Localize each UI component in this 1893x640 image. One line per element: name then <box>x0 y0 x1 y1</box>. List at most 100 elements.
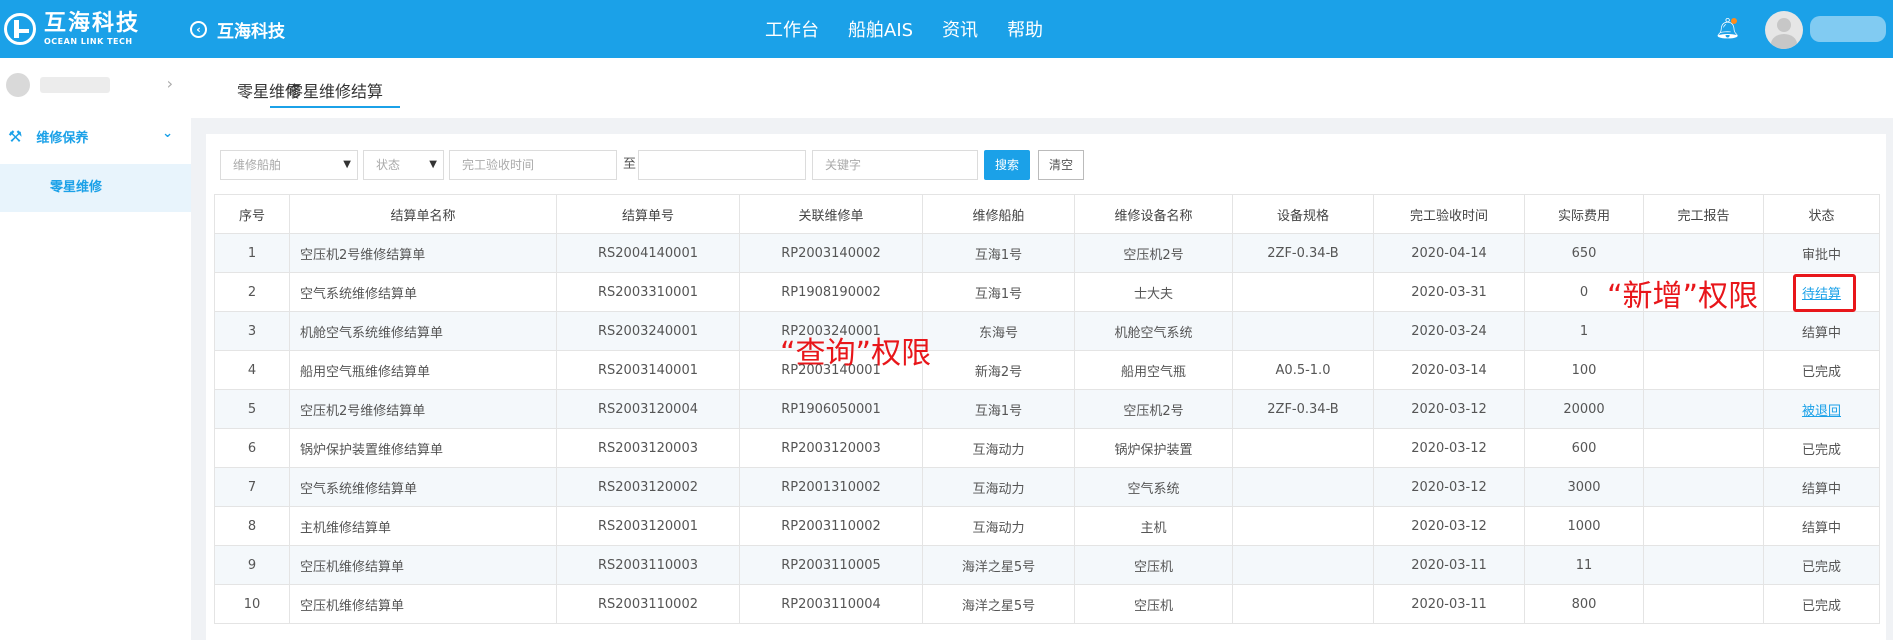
table-cell: 4 <box>214 350 290 390</box>
table-cell: 10 <box>214 584 290 624</box>
annotation-add-permission: “新增”权限 <box>1607 279 1759 314</box>
table-row[interactable]: 10 空压机维修结算单 RS2003110002 RP2003110004 海洋之星5号… <box>214 584 1880 624</box>
table-cell: 1 <box>214 233 290 273</box>
table-cell: RP2003140002 <box>739 233 923 273</box>
sidebar-user[interactable]: › <box>0 58 191 112</box>
user-avatar[interactable] <box>1765 11 1803 49</box>
status-select[interactable]: 状态 ▼ <box>363 150 444 180</box>
table-cell: 已完成 <box>1763 350 1880 390</box>
keyword-input[interactable]: 关键字 <box>812 150 978 180</box>
table-cell: 机舱空气系统 <box>1074 311 1233 351</box>
nav-workbench[interactable]: 工作台 <box>765 16 819 42</box>
table-cell: 2020-03-24 <box>1373 311 1525 351</box>
table-cell: RS2003110002 <box>556 584 740 624</box>
table-cell: 2020-03-14 <box>1373 350 1525 390</box>
nav-ship-ais[interactable]: 船舶AIS <box>848 16 913 42</box>
table-cell: 海洋之星5号 <box>922 545 1075 585</box>
table-cell: 新海2号 <box>922 350 1075 390</box>
table-cell: RS2003120001 <box>556 506 740 546</box>
logo-icon <box>4 13 36 45</box>
column-header: 设备规格 <box>1232 194 1374 234</box>
table-row[interactable]: 3 机舱空气系统维修结算单 RS2003240001 RP2003240001 东海号机… <box>214 311 1880 351</box>
table-cell: 空气系统 <box>1074 467 1233 507</box>
table-cell: 空气系统维修结算单 <box>289 467 557 507</box>
table-cell: RP2003110005 <box>739 545 923 585</box>
table-row[interactable]: 6 锅炉保护装置维修结算单 RS2003120003 RP2003120003 互海动力… <box>214 428 1880 468</box>
table-cell <box>1643 311 1764 351</box>
table-cell: A0.5-1.0 <box>1232 350 1374 390</box>
table-cell: RS2003240001 <box>556 311 740 351</box>
table-cell: RP2003110002 <box>739 506 923 546</box>
back-label: 互海科技 <box>217 22 285 42</box>
table-cell: 2020-03-31 <box>1373 272 1525 312</box>
table-cell: 空压机2号 <box>1074 233 1233 273</box>
table-cell: 海洋之星5号 <box>922 584 1075 624</box>
sidebar-avatar <box>6 73 30 97</box>
top-nav: 工作台 船舶AIS 资讯 帮助 <box>765 16 1072 42</box>
table-cell: 2020-04-14 <box>1373 233 1525 273</box>
table-cell: 600 <box>1524 428 1644 468</box>
table-cell: 5 <box>214 389 290 429</box>
tab-repair-settlement[interactable]: 零星维修结算 <box>270 78 401 108</box>
table-cell: 主机维修结算单 <box>289 506 557 546</box>
table-cell: 机舱空气系统维修结算单 <box>289 311 557 351</box>
table-cell: 船用空气瓶维修结算单 <box>289 350 557 390</box>
table-row[interactable]: 8 主机维修结算单 RS2003120001 RP2003110002 互海动力 主机 20… <box>214 506 1880 546</box>
table-cell: 空压机 <box>1074 545 1233 585</box>
sidebar-subitem-sporadic-repair[interactable]: 零星维修 <box>0 164 191 212</box>
date-from-input[interactable]: 完工验收时间 <box>449 150 617 180</box>
table-cell: 互海动力 <box>922 467 1075 507</box>
sidebar-item-maintenance[interactable]: ⚒ 维修保养 ⌄ <box>0 112 191 160</box>
table-cell: RS2003120004 <box>556 389 740 429</box>
column-header: 维修设备名称 <box>1074 194 1233 234</box>
sidebar: › ⚒ 维修保养 ⌄ 零星维修 <box>0 58 191 640</box>
search-button[interactable]: 搜索 <box>984 150 1030 180</box>
table-cell: 3 <box>214 311 290 351</box>
table-cell: 空压机2号维修结算单 <box>289 233 557 273</box>
table-cell: 空压机维修结算单 <box>289 545 557 585</box>
main-panel: 维修船舶 ▼ 状态 ▼ 完工验收时间 至 关键字 搜索 清空 序号 结算单名称 结算… <box>206 134 1886 640</box>
column-header: 序号 <box>214 194 290 234</box>
table-cell <box>1643 389 1764 429</box>
column-header: 状态 <box>1763 194 1880 234</box>
sidebar-item-label: 维修保养 <box>36 130 89 146</box>
table-row[interactable]: 9 空压机维修结算单 RS2003110003 RP2003110005 海洋之星5号空… <box>214 545 1880 585</box>
column-header: 关联维修单 <box>739 194 923 234</box>
date-range-separator: 至 <box>623 157 637 172</box>
annotation-query-permission: “查询”权限 <box>780 336 932 371</box>
user-name-blurred[interactable] <box>1810 16 1886 42</box>
table-cell: 结算中 <box>1763 311 1880 351</box>
table-cell <box>1643 428 1764 468</box>
nav-help[interactable]: 帮助 <box>1007 16 1043 42</box>
table-row[interactable]: 4 船用空气瓶维修结算单 RS2003140001 RP2003140001 新海2号船… <box>214 350 1880 390</box>
table-row[interactable]: 5 空压机2号维修结算单 RS2003120004 RP1906050001 互海1号空… <box>214 389 1880 429</box>
table-cell: 2ZF-0.34-B <box>1232 233 1374 273</box>
notification-dot <box>1731 18 1737 24</box>
ship-select[interactable]: 维修船舶 ▼ <box>220 150 358 180</box>
table-cell: 已完成 <box>1763 545 1880 585</box>
brand-logo[interactable]: 互海科技 OCEAN LINK TECH <box>4 10 140 48</box>
wrench-icon: ⚒ <box>8 126 23 146</box>
bell-icon[interactable]: 🔔︎ <box>1715 16 1740 40</box>
table-cell: 空压机维修结算单 <box>289 584 557 624</box>
table-row[interactable]: 7 空气系统维修结算单 RS2003120002 RP2001310002 互海动力 空气… <box>214 467 1880 507</box>
column-header: 维修船舶 <box>922 194 1075 234</box>
table-cell <box>1232 272 1374 312</box>
nav-news[interactable]: 资讯 <box>942 16 978 42</box>
table-cell: 互海1号 <box>922 272 1075 312</box>
table-cell: RP2003120003 <box>739 428 923 468</box>
table-cell: 互海动力 <box>922 506 1075 546</box>
back-button[interactable]: ‹ 互海科技 <box>190 17 285 42</box>
table-cell: 3000 <box>1524 467 1644 507</box>
date-to-input[interactable] <box>638 150 806 180</box>
clear-button[interactable]: 清空 <box>1038 150 1084 180</box>
table-cell: 1000 <box>1524 506 1644 546</box>
column-header: 完工验收时间 <box>1373 194 1525 234</box>
chevron-right-icon: › <box>166 74 173 93</box>
table-cell: 2 <box>214 272 290 312</box>
table-cell: RP1906050001 <box>739 389 923 429</box>
table-row[interactable]: 1 空压机2号维修结算单 RS2004140001 RP2003140002 互海1号空… <box>214 233 1880 273</box>
table-cell: 650 <box>1524 233 1644 273</box>
table-cell: 2ZF-0.34-B <box>1232 389 1374 429</box>
status-link[interactable]: 被退回 <box>1802 404 1841 419</box>
